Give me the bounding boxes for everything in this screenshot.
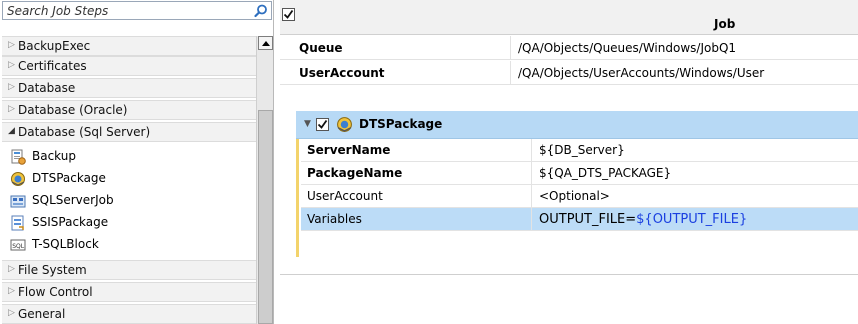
svg-text:SQL: SQL (12, 243, 25, 250)
tsql-block-icon: SQL (10, 239, 26, 251)
category-label: BackupExec (18, 39, 91, 53)
category-database-sql-server[interactable]: ◢ Database (Sql Server) (2, 122, 256, 142)
ssis-package-icon (11, 215, 24, 231)
property-row-useraccount[interactable]: UserAccount /QA/Objects/UserAccounts/Win… (280, 61, 858, 85)
search-icon[interactable] (254, 4, 268, 18)
step-panel-header[interactable]: ▼ DTSPackage (296, 111, 858, 139)
variable-assignment-prefix: OUTPUT_FILE= (539, 212, 637, 227)
backup-icon (11, 149, 26, 165)
category-label: Flow Control (18, 285, 93, 299)
step-item-label: SQLServerJob (32, 193, 114, 207)
step-row-servername[interactable]: ServerName ${DB_Server} (301, 139, 858, 162)
scroll-up-button[interactable] (258, 36, 273, 50)
job-header: Job (280, 0, 858, 35)
expand-arrow-icon[interactable]: ▷ (8, 104, 15, 114)
category-general[interactable]: ▷ General (2, 304, 256, 324)
expand-arrow-icon[interactable]: ▷ (8, 40, 15, 50)
expand-arrow-icon[interactable]: ▷ (8, 308, 15, 318)
vertical-scrollbar[interactable] (256, 36, 273, 324)
step-panel-title: DTSPackage (359, 117, 443, 131)
expand-arrow-icon[interactable]: ▷ (8, 60, 15, 70)
category-label: Database (Oracle) (18, 103, 128, 117)
category-certificates[interactable]: ▷ Certificates (2, 56, 256, 76)
step-item-backup[interactable]: Backup (2, 146, 256, 168)
step-property-value[interactable]: ${DB_Server} (539, 143, 625, 157)
step-property-key: UserAccount (307, 189, 383, 203)
sql-server-job-icon (10, 195, 26, 208)
step-row-useraccount[interactable]: UserAccount <Optional> (301, 185, 858, 208)
column-divider (531, 139, 532, 162)
category-flow-control[interactable]: ▷ Flow Control (2, 282, 256, 302)
job-title: Job (714, 17, 736, 31)
category-backupexec[interactable]: ▷ BackupExec (2, 36, 256, 56)
dts-package-icon (337, 117, 352, 132)
step-tree: ▷ BackupExec ▷ Certificates ▷ Database ▷… (2, 36, 256, 324)
category-label: Database (Sql Server) (18, 125, 151, 139)
job-enabled-checkbox[interactable] (282, 8, 295, 21)
category-database-oracle[interactable]: ▷ Database (Oracle) (2, 100, 256, 120)
dts-package-icon (11, 172, 25, 186)
step-item-ssispackage[interactable]: SSISPackage (2, 212, 256, 234)
property-value[interactable]: /QA/Objects/UserAccounts/Windows/User (518, 66, 764, 80)
category-file-system[interactable]: ▷ File System (2, 260, 256, 280)
step-property-key: PackageName (307, 166, 403, 180)
step-property-key: ServerName (307, 143, 391, 157)
property-key: UserAccount (299, 66, 385, 80)
job-steps-editor: Search Job Steps ▷ BackupExec ▷ Certific… (0, 0, 858, 324)
step-row-variables[interactable]: Variables OUTPUT_FILE=${OUTPUT_FILE} (301, 208, 858, 231)
section-divider (280, 274, 858, 275)
job-steps-palette: Search Job Steps ▷ BackupExec ▷ Certific… (0, 0, 274, 324)
property-key: Queue (299, 41, 343, 55)
step-accent-bar (296, 139, 299, 257)
column-divider (510, 36, 511, 59)
collapse-arrow-icon[interactable]: ▼ (304, 119, 311, 129)
search-job-steps-input[interactable]: Search Job Steps (2, 1, 272, 20)
collapse-arrow-icon[interactable]: ◢ (8, 126, 15, 136)
category-label: General (18, 307, 66, 321)
step-panel-dtspackage: ▼ DTSPackage ServerName ${DB_Server} Pac… (296, 111, 858, 261)
step-item-label: Backup (32, 149, 76, 163)
category-label: Database (18, 81, 76, 95)
step-item-label: T-SQLBlock (32, 237, 99, 251)
step-property-value[interactable]: OUTPUT_FILE=${OUTPUT_FILE} (539, 212, 747, 227)
variable-reference[interactable]: ${OUTPUT_FILE} (636, 212, 747, 227)
property-row-queue[interactable]: Queue /QA/Objects/Queues/Windows/JobQ1 (280, 36, 858, 60)
column-divider (531, 185, 532, 208)
step-item-sqlserverjob[interactable]: SQLServerJob (2, 190, 256, 212)
column-divider (510, 61, 511, 84)
category-label: File System (18, 263, 87, 277)
step-property-key: Variables (307, 212, 362, 226)
step-property-value[interactable]: ${QA_DTS_PACKAGE} (539, 166, 671, 180)
property-value[interactable]: /QA/Objects/Queues/Windows/JobQ1 (518, 41, 736, 55)
category-label: Certificates (18, 59, 87, 73)
step-enabled-checkbox[interactable] (316, 118, 329, 131)
step-item-label: SSISPackage (32, 215, 109, 229)
job-definition-pane: Job Queue /QA/Objects/Queues/Windows/Job… (280, 0, 858, 324)
column-divider (531, 208, 532, 231)
scroll-thumb[interactable] (258, 110, 273, 324)
step-row-packagename[interactable]: PackageName ${QA_DTS_PACKAGE} (301, 162, 858, 185)
search-placeholder: Search Job Steps (7, 4, 109, 18)
expand-arrow-icon[interactable]: ▷ (8, 82, 15, 92)
expand-arrow-icon[interactable]: ▷ (8, 264, 15, 274)
step-item-dtspackage[interactable]: DTSPackage (2, 168, 256, 190)
step-item-label: DTSPackage (32, 171, 106, 185)
step-property-value[interactable]: <Optional> (539, 189, 610, 203)
step-item-tsqlblock[interactable]: SQL T-SQLBlock (2, 234, 256, 256)
category-database[interactable]: ▷ Database (2, 78, 256, 98)
column-divider (531, 162, 532, 185)
expand-arrow-icon[interactable]: ▷ (8, 286, 15, 296)
